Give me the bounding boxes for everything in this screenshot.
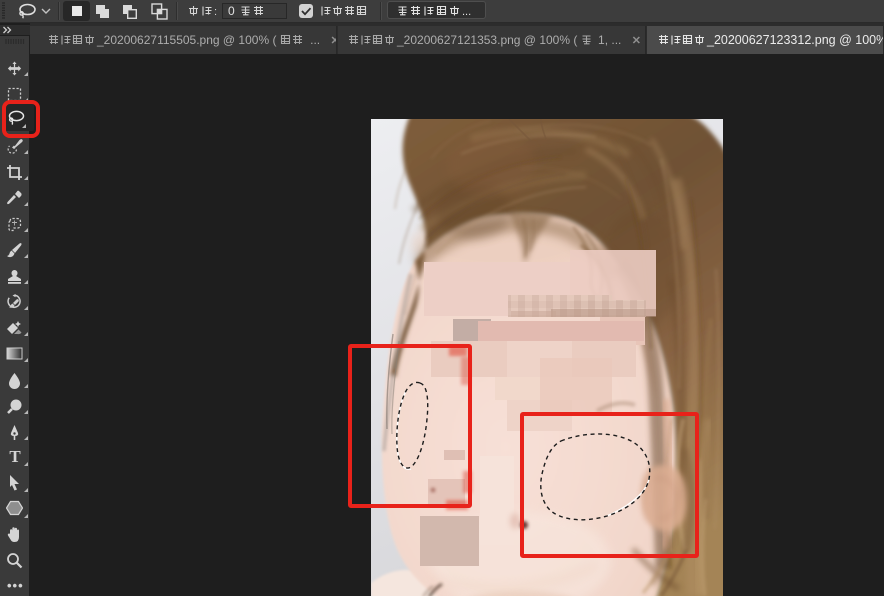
svg-text::: : bbox=[214, 6, 217, 18]
svg-text:...: ... bbox=[462, 6, 471, 18]
